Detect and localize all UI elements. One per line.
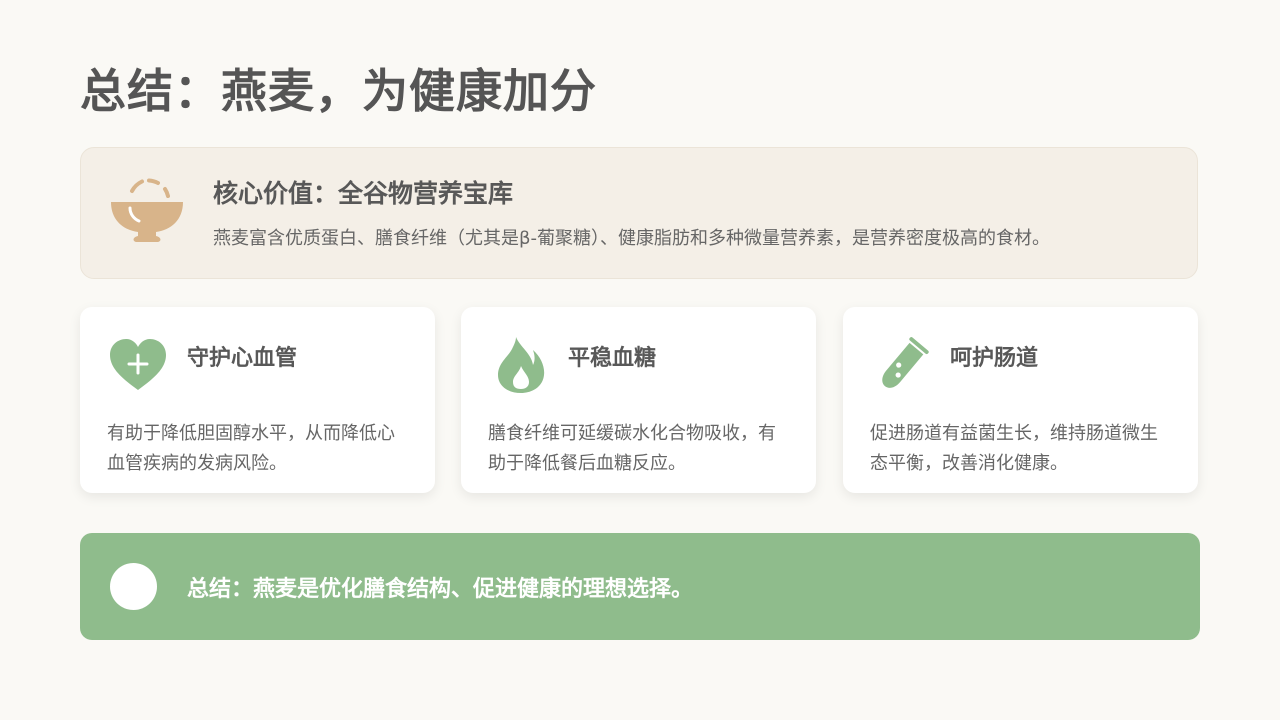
summary-text: 总结：燕麦是优化膳食结构、促进健康的理想选择。 bbox=[187, 577, 694, 602]
feature-description: 有助于降低胆固醇水平，从而降低心血管疾病的发病风险。 bbox=[107, 423, 395, 474]
feature-description: 膳食纤维可延缓碳水化合物吸收，有助于降低餐后血糖反应。 bbox=[488, 423, 776, 474]
feature-card-gut: 呵护肠道 促进肠道有益菌生长，维持肠道微生态平衡，改善消化健康。 bbox=[843, 307, 1198, 493]
feature-card-blood-sugar: 平稳血糖 膳食纤维可延缓碳水化合物吸收，有助于降低餐后血糖反应。 bbox=[461, 307, 816, 493]
heart-plus-icon bbox=[108, 335, 168, 395]
feature-title: 呵护肠道 bbox=[950, 346, 1039, 371]
feature-card-cardiovascular: 守护心血管 有助于降低胆固醇水平，从而降低心血管疾病的发病风险。 bbox=[80, 307, 435, 493]
core-value-card: 核心价值：全谷物营养宝库 燕麦富含优质蛋白、膳食纤维（尤其是β-葡聚糖）、健康脂… bbox=[80, 147, 1198, 279]
core-value-title: 核心价值：全谷物营养宝库 bbox=[213, 179, 514, 208]
page-title: 总结：燕麦，为健康加分 bbox=[80, 64, 597, 118]
flame-icon bbox=[489, 335, 549, 395]
circle-icon bbox=[110, 563, 157, 610]
test-tube-icon bbox=[871, 335, 931, 395]
summary-banner: 总结：燕麦是优化膳食结构、促进健康的理想选择。 bbox=[80, 533, 1200, 640]
feature-title: 平稳血糖 bbox=[568, 346, 657, 371]
core-value-description: 燕麦富含优质蛋白、膳食纤维（尤其是β-葡聚糖）、健康脂肪和多种微量营养素，是营养… bbox=[213, 228, 1050, 249]
feature-description: 促进肠道有益菌生长，维持肠道微生态平衡，改善消化健康。 bbox=[870, 423, 1158, 474]
rice-bowl-icon bbox=[109, 178, 185, 248]
feature-title: 守护心血管 bbox=[187, 346, 298, 371]
